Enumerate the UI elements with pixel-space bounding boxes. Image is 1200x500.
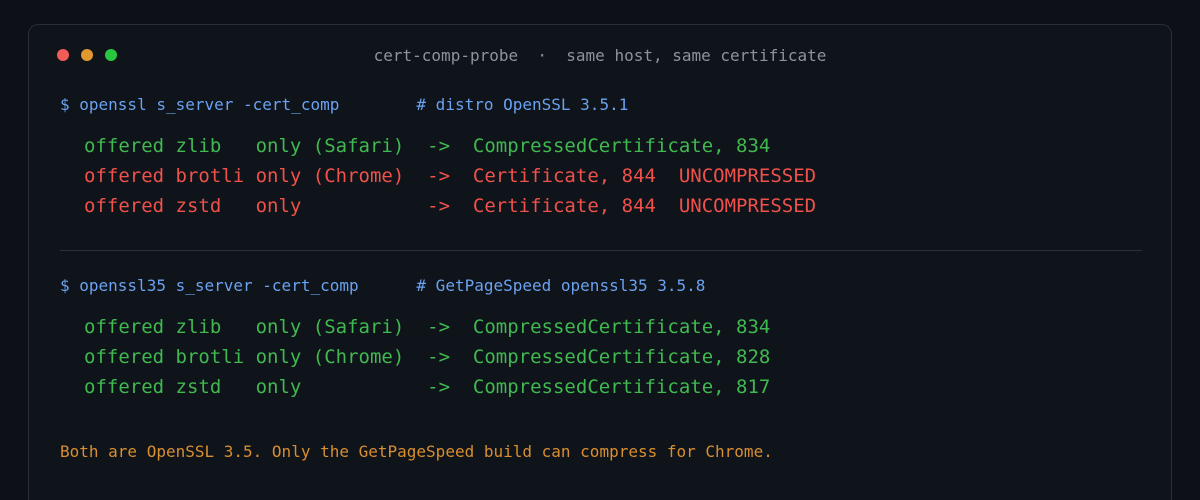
command-line: $ openssl s_server -cert_comp # distro O… — [60, 95, 629, 114]
command-block-getpagespeed: $ openssl35 s_server -cert_comp # GetPag… — [60, 276, 1142, 402]
result-row: offered zlib only (Safari) -> Compressed… — [84, 316, 771, 338]
command-line: $ openssl35 s_server -cert_comp # GetPag… — [60, 276, 706, 295]
result-row: offered zstd only -> CompressedCertifica… — [84, 376, 771, 398]
window-title: cert-comp-probe · same host, same certif… — [373, 46, 827, 65]
title-bar: cert-comp-probe · same host, same certif… — [29, 25, 1171, 87]
terminal-window: cert-comp-probe · same host, same certif… — [28, 24, 1172, 500]
result-row: offered brotli only (Chrome) -> Certific… — [84, 165, 817, 187]
summary-note: Both are OpenSSL 3.5. Only the GetPageSp… — [60, 442, 773, 461]
result-row: offered zlib only (Safari) -> Compressed… — [84, 135, 771, 157]
result-list: offered zlib only (Safari) -> Compressed… — [60, 312, 1142, 402]
result-row: offered brotli only (Chrome) -> Compress… — [84, 346, 771, 368]
result-row: offered zstd only -> Certificate, 844 UN… — [84, 195, 817, 217]
result-list: offered zlib only (Safari) -> Compressed… — [60, 131, 1142, 221]
terminal-output: $ openssl s_server -cert_comp # distro O… — [60, 95, 1142, 462]
command-block-distro: $ openssl s_server -cert_comp # distro O… — [60, 95, 1142, 221]
section-divider — [60, 250, 1142, 251]
